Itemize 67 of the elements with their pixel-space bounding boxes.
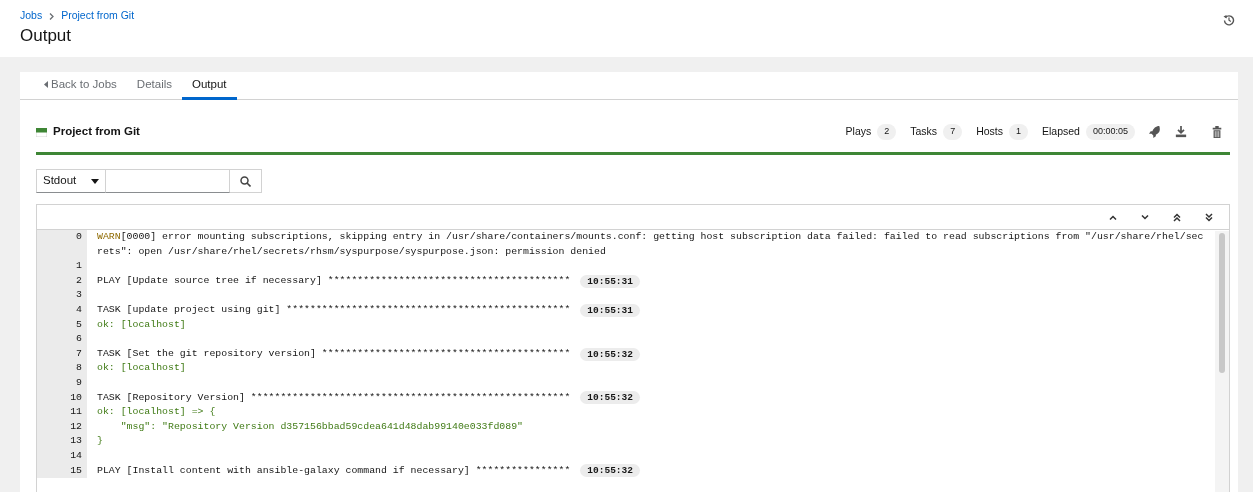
tab[interactable]: Output: [182, 72, 237, 100]
download-icon: [1175, 126, 1187, 138]
line-number: 3: [75, 288, 83, 303]
rocket-icon: [1149, 126, 1161, 138]
line-number: 1: [75, 259, 83, 274]
chevron-down-icon: [1141, 214, 1149, 220]
line-number: 13: [69, 434, 83, 449]
log-text: }: [97, 434, 103, 449]
log-text: PLAY [Update source tree if necessary] *****************************************: [97, 273, 571, 288]
search-icon: [240, 175, 251, 187]
timestamp: 10:55:32: [580, 391, 640, 405]
stat-label: Tasks: [910, 124, 938, 140]
timestamp: 10:55:31: [580, 303, 640, 317]
line-number: 6: [75, 332, 83, 347]
line-number: 9: [75, 375, 83, 390]
trash-icon: [1211, 126, 1223, 138]
timestamp: 10:55:32: [580, 464, 640, 478]
timestamp: 10:55:31: [580, 274, 640, 288]
line-number: 10: [69, 390, 83, 405]
chevron-up-icon: [1109, 214, 1117, 220]
tab[interactable]: Details: [126, 72, 182, 100]
line-number: 7: [75, 346, 83, 361]
stat-label: Elapsed: [1042, 124, 1080, 140]
log-text: TASK [update project using git] ************************************************: [97, 302, 571, 317]
line-number: 2: [75, 273, 83, 288]
line-number: 11: [69, 405, 83, 420]
line-number: 8: [75, 361, 83, 376]
chevron-right-icon: [49, 11, 55, 21]
log-text: PLAY [Install content with ansible-galaxy command if necessary] ****************: [97, 463, 571, 478]
caret-icon: [91, 178, 99, 184]
line-number: 4: [75, 302, 83, 317]
filter-label: Stdout: [43, 173, 77, 189]
breadcrumb-link[interactable]: Jobs: [20, 9, 43, 21]
stat-count: 7: [943, 124, 963, 140]
stat-label: Plays: [845, 124, 872, 140]
page-title: Output: [20, 26, 73, 47]
caret-left-icon: [44, 80, 48, 88]
back-link[interactable]: Back to Jobs: [34, 72, 127, 100]
stat-count: 00:00:05: [1085, 124, 1135, 140]
line-number: 0: [75, 230, 83, 244]
log-text: WARN[0000] error mounting subscriptions, skipping entry in /usr/share/containers/mounts.conf: getting host subscription data failed: failed to read subscriptions from "/usr/share/rhel/secrets": open /usr/share/rhel/secrets/rhsm/syspurpose/syspurpose.json: permission denied: [97, 230, 1205, 259]
line-number: 12: [69, 419, 83, 434]
download-button[interactable]: [1175, 126, 1187, 138]
log-text: TASK [Repository Version] ******************************************************: [97, 390, 571, 405]
search-field[interactable]: [106, 169, 230, 193]
double-chevron-down-icon: [1205, 212, 1213, 222]
log-text: ok: [localhost]: [97, 361, 186, 376]
scrollbar-thumb[interactable]: [1219, 233, 1225, 373]
stat-count: 1: [1009, 124, 1028, 140]
log-text: TASK [Set the git repository version] ******************************************: [97, 346, 571, 361]
history-icon[interactable]: [1223, 14, 1235, 26]
relaunch-button[interactable]: [1149, 126, 1161, 138]
log-text: ok: [localhost] => {: [97, 405, 216, 420]
filter-dropdown[interactable]: Stdout: [36, 169, 106, 193]
search-button[interactable]: [230, 169, 262, 193]
stat-label: Hosts: [976, 124, 1003, 140]
breadcrumb-link[interactable]: Project from Git: [61, 9, 135, 21]
line-number: 14: [69, 448, 83, 463]
job-name: Project from Git: [53, 124, 140, 140]
log-text: "msg": "Repository Version d357156bbad59cdea641d48dab99140e033fd089": [119, 419, 523, 434]
timestamp: 10:55:32: [580, 347, 640, 361]
line-number: 5: [75, 317, 83, 332]
delete-button[interactable]: [1211, 126, 1223, 138]
log-text: ok: [localhost]: [97, 317, 186, 332]
line-number: 15: [69, 463, 83, 478]
stat-count: 2: [877, 124, 897, 140]
double-chevron-up-icon: [1173, 212, 1181, 222]
